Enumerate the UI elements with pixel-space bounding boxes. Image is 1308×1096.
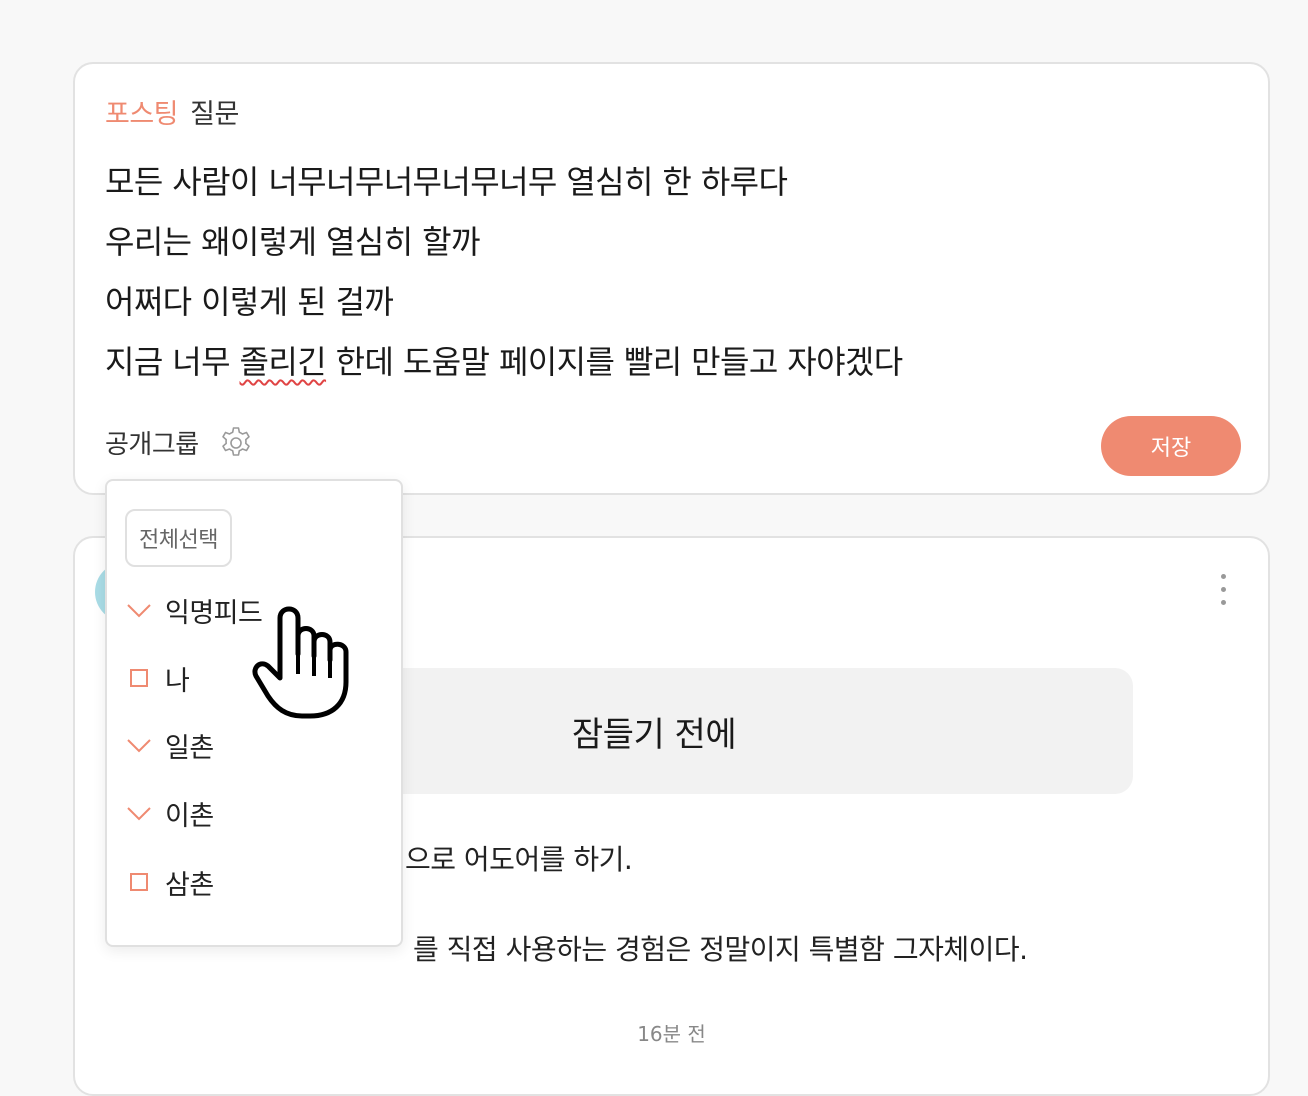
post-timestamp: 16분 전	[637, 1022, 706, 1046]
group-option-second-degree[interactable]: 이촌	[125, 793, 214, 833]
misspelled-word: 졸리긴	[239, 343, 327, 381]
group-option-label: 삼촌	[165, 869, 214, 901]
check-icon	[125, 731, 153, 759]
group-option-label: 익명피드	[165, 597, 263, 629]
group-option-first-degree[interactable]: 일촌	[125, 725, 214, 765]
checkbox-unchecked-icon	[125, 664, 153, 692]
check-icon	[125, 799, 153, 827]
group-option-label: 일촌	[165, 732, 214, 764]
check-icon	[125, 596, 153, 624]
save-button[interactable]: 저장	[1101, 416, 1241, 476]
post-body-line: 어쩌다 이렇게 된 걸까	[105, 283, 394, 321]
post-body-line: 지금 너무 졸리긴 한데 도움말 페이지를 빨리 만들고 자야겠다	[105, 332, 903, 392]
group-option-third-degree[interactable]: 삼촌	[125, 862, 214, 902]
group-option-label: 이촌	[165, 800, 214, 832]
visibility-group-label[interactable]: 공개그룹	[105, 424, 199, 461]
compose-card: 포스팅 질문 모든 사람이 너무너무너무너무너무 열심히 한 하루다 우리는 왜…	[73, 62, 1270, 495]
group-option-me[interactable]: 나	[125, 658, 190, 698]
post-kind-label[interactable]: 포스팅	[105, 99, 179, 130]
line-text-after: 한데 도움말 페이지를 빨리 만들고 자야겠다	[326, 343, 904, 381]
group-option-anonymous-feed[interactable]: 익명피드	[125, 590, 263, 630]
pointer-hand-icon	[252, 606, 349, 719]
checkbox-unchecked-icon	[125, 868, 153, 896]
line-text-before: 지금 너무	[105, 343, 240, 381]
gear-icon[interactable]	[219, 426, 253, 460]
visibility-group-row: 공개그룹	[105, 424, 253, 461]
more-vertical-icon[interactable]	[1218, 574, 1228, 608]
feed-post-body-line: 으로 어도어를 하기.	[405, 843, 633, 876]
group-option-label: 나	[165, 665, 190, 697]
compose-header: 포스팅 질문	[105, 92, 239, 131]
post-body-textarea[interactable]: 모든 사람이 너무너무너무너무너무 열심히 한 하루다 우리는 왜이렇게 열심히…	[105, 152, 903, 392]
select-all-button[interactable]: 전체선택	[125, 509, 232, 567]
feed-post-body-line: 를 직접 사용하는 경험은 정말이지 특별함 그자체이다.	[413, 933, 1028, 966]
post-type-label[interactable]: 질문	[190, 99, 239, 130]
post-body-line: 우리는 왜이렇게 열심히 할까	[105, 223, 480, 261]
post-body-line: 모든 사람이 너무너무너무너무너무 열심히 한 하루다	[105, 163, 788, 201]
